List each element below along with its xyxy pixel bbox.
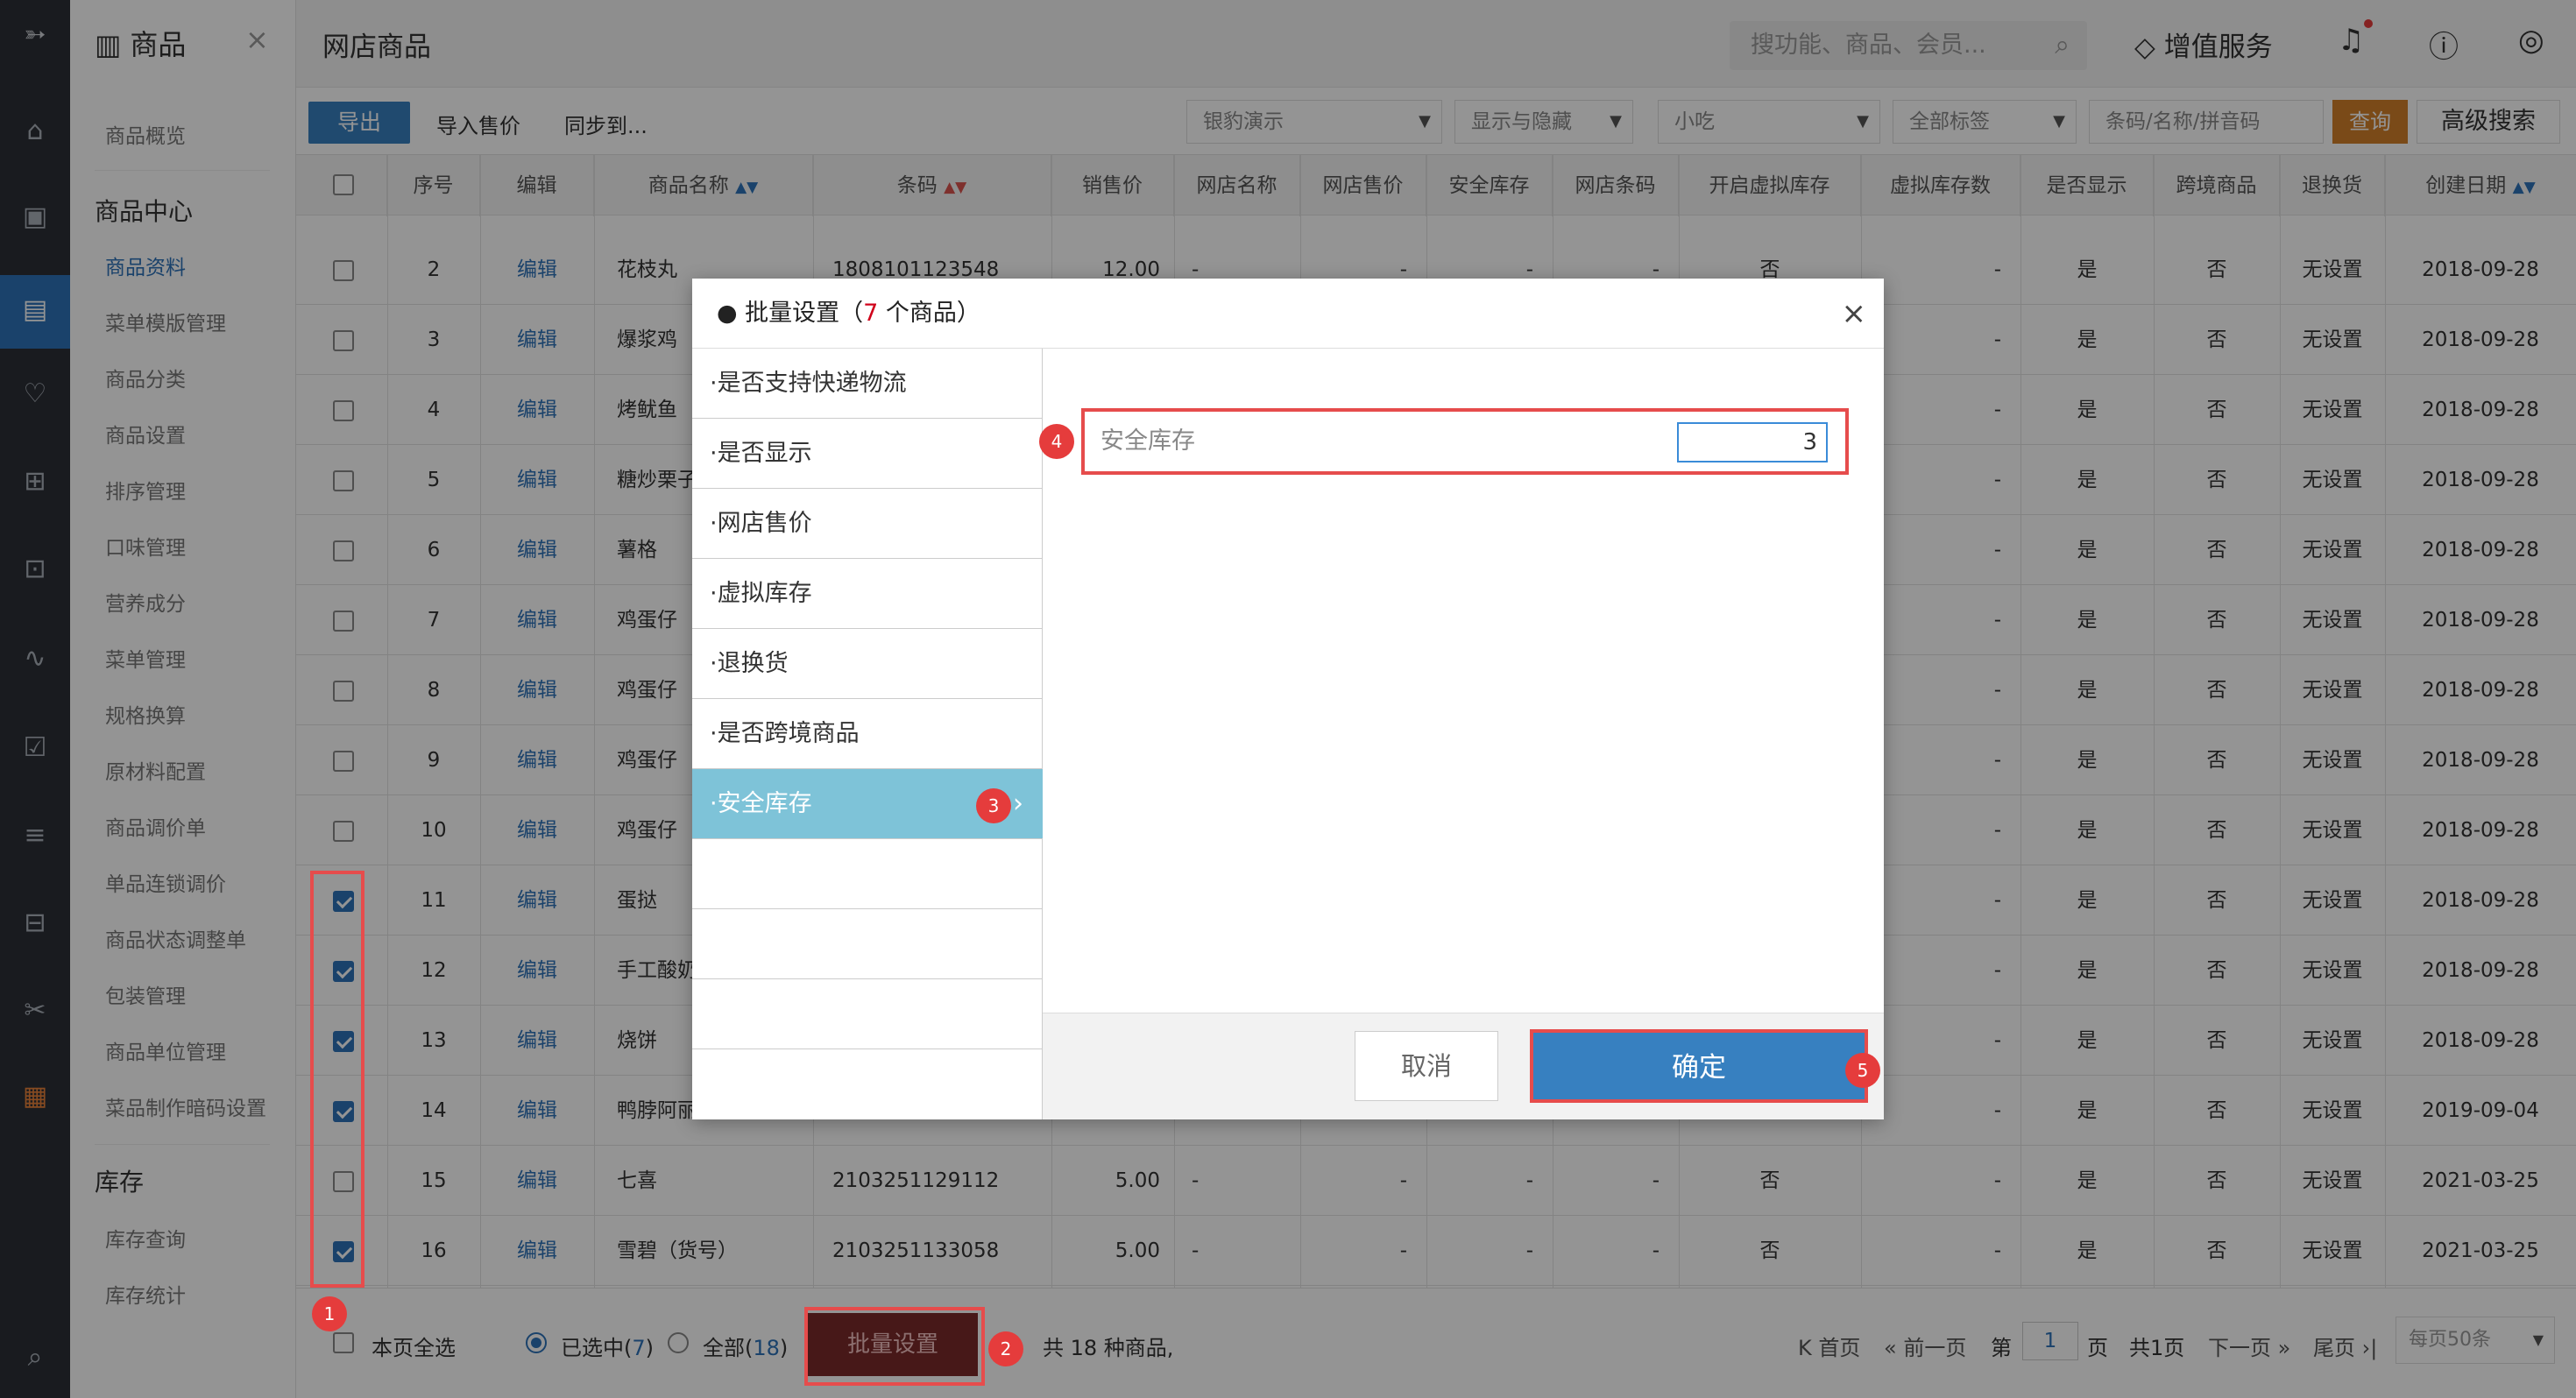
dialog-footer: 取消 确定: [1043, 1013, 1884, 1119]
dialog-nav-empty: [692, 839, 1043, 909]
close-icon[interactable]: ×: [1842, 279, 1867, 349]
confirm-button[interactable]: 确定: [1530, 1029, 1868, 1103]
dialog-title: ● 批量设置（7 个商品）: [692, 279, 1884, 349]
checkbox-highlight: [310, 871, 364, 1288]
cancel-button[interactable]: 取消: [1355, 1031, 1498, 1101]
dialog-nav-empty: [692, 979, 1043, 1049]
dialog-content: 安全库存 3: [1043, 349, 1884, 1119]
dialog-title-count: 7: [863, 300, 879, 327]
chevron-right-icon: ›: [1013, 788, 1023, 819]
safe-stock-input[interactable]: 3: [1677, 422, 1828, 462]
step-badge: 4: [1039, 424, 1074, 459]
dialog-nav: ·是否支持快递物流 ·是否显示 ·网店售价 ·虚拟库存 ·退换货 ·是否跨境商品…: [692, 349, 1043, 1119]
dialog-nav-item[interactable]: ·虚拟库存: [692, 559, 1043, 629]
dialog-nav-item[interactable]: ·是否显示: [692, 419, 1043, 489]
dialog-nav-item[interactable]: ·退换货: [692, 629, 1043, 699]
dialog-title-suffix: 个商品）: [878, 300, 980, 327]
safe-stock-field: 安全库存 3: [1081, 408, 1849, 475]
dialog-nav-empty: [692, 909, 1043, 979]
dialog-nav-item-label: ·安全库存: [710, 790, 812, 817]
dialog-nav-item[interactable]: ·是否支持快递物流: [692, 349, 1043, 419]
step-badge: 3: [976, 788, 1011, 823]
step-badge: 1: [312, 1296, 347, 1331]
batch-button-highlight: [804, 1307, 985, 1386]
step-badge: 2: [988, 1331, 1023, 1366]
safe-stock-label: 安全库存: [1100, 427, 1195, 455]
dialog-nav-item[interactable]: ·是否跨境商品: [692, 699, 1043, 769]
batch-settings-dialog: ● 批量设置（7 个商品） × ·是否支持快递物流 ·是否显示 ·网店售价 ·虚…: [692, 279, 1884, 1119]
step-badge: 5: [1845, 1053, 1880, 1088]
dialog-title-prefix: ● 批量设置（: [717, 300, 864, 327]
dialog-nav-item[interactable]: ·网店售价: [692, 489, 1043, 559]
